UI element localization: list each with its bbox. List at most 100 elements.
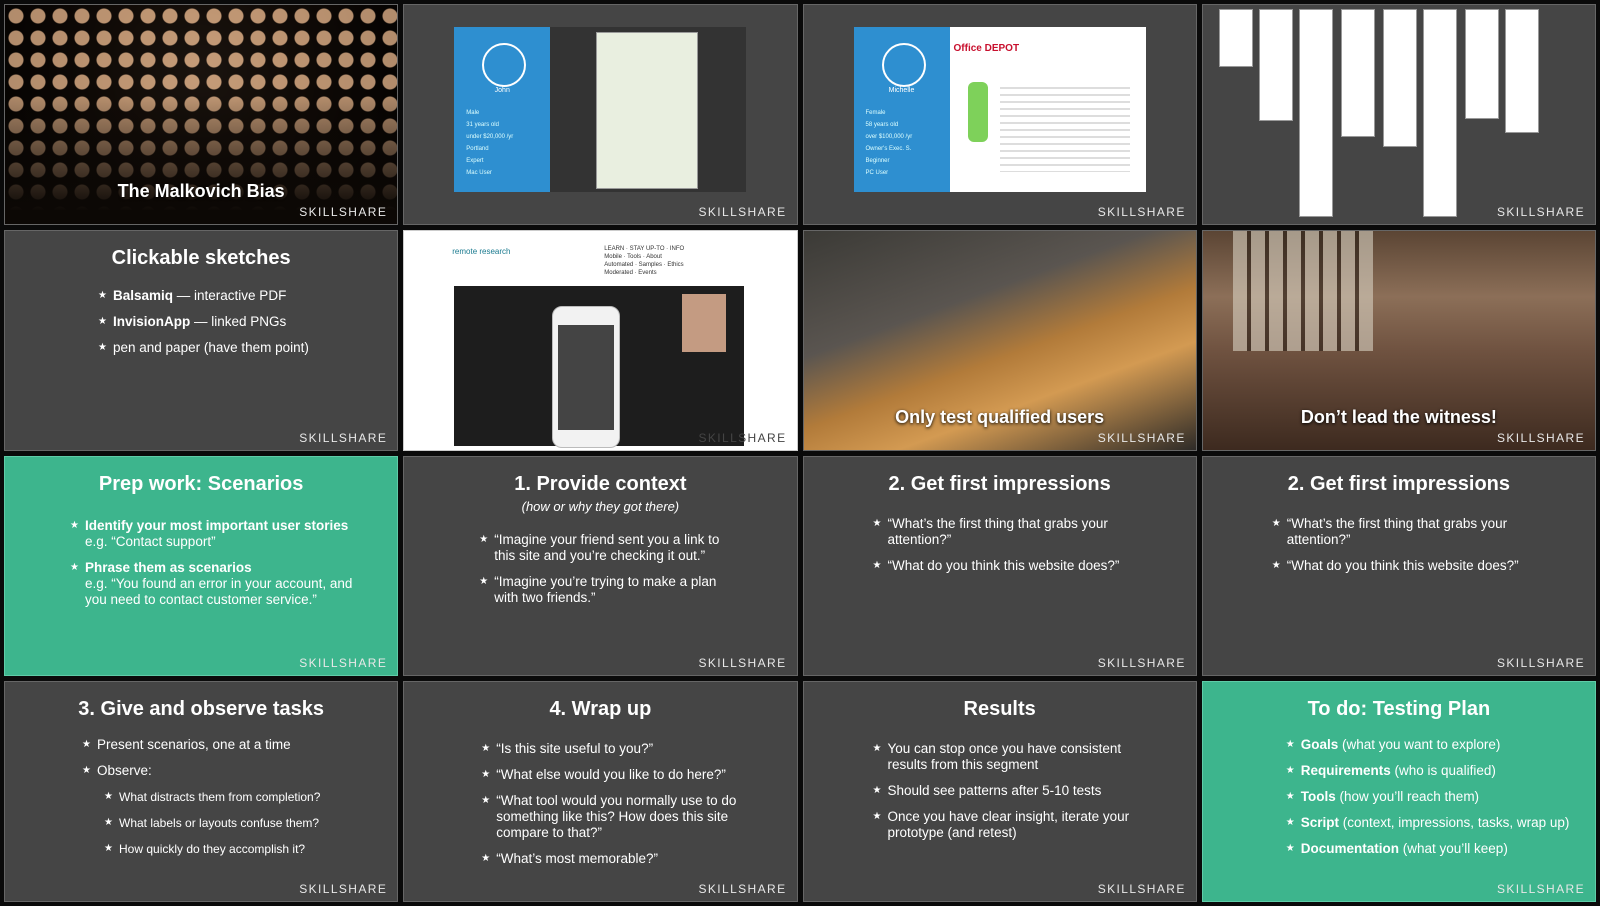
slide-observe-tasks[interactable]: 3. Give and observe tasks Present scenar… (4, 681, 399, 902)
brand-label: SKILLSHARE (1097, 882, 1186, 896)
bullet-item: “What do you think this website does?” (872, 558, 1136, 574)
bullet-list: “What’s the first thing that grabs your … (1272, 516, 1535, 574)
bullet-item: pen and paper (have them point) (98, 340, 397, 356)
slide-persona-michelle[interactable]: Michelle Female 58 years old over $100,0… (802, 4, 1197, 225)
slide-persona-john[interactable]: John Male 31 years old under $20,000 /yr… (403, 4, 798, 225)
slide-qualified-users[interactable]: Only test qualified users SKILLSHARE (802, 229, 1197, 451)
slide-title: Clickable sketches (111, 246, 291, 269)
slide-title: 3. Give and observe tasks (78, 698, 324, 721)
slide-remote-research[interactable]: remote research LEARN · STAY UP-TO · INF… (403, 229, 798, 451)
slide-title: Prep work: Scenarios (98, 472, 304, 495)
brand-label: SKILLSHARE (299, 656, 388, 671)
bullet-item: Balsamiq — interactive PDF (98, 288, 397, 304)
slide-caption: Don’t lead the witness! (1300, 406, 1497, 427)
slide-testing-plan[interactable]: To do: Testing Plan Goals (what you want… (1201, 681, 1596, 902)
site-nav: LEARN · STAY UP-TO · INFO Mobile · Tools… (604, 245, 685, 276)
slide-malkovich-bias[interactable]: The Malkovich Bias SKILLSHARE (4, 4, 399, 225)
bullet-item: Goals (what you want to explore) (1286, 737, 1595, 753)
brand-label: SKILLSHARE (1496, 882, 1585, 896)
bullet-item: Observe: (82, 763, 397, 779)
bullet-list: “Is this site useful to you?” “What else… (481, 741, 746, 867)
bullet-item: Phrase them as scenariose.g. “You found … (70, 560, 367, 608)
site-logo: remote research (452, 246, 511, 256)
bullet-item: Script (context, impressions, tasks, wra… (1286, 815, 1595, 831)
bullet-list: Present scenarios, one at a time Observe… (82, 737, 397, 857)
slide-title: 2. Get first impressions (888, 472, 1111, 495)
phone-image (552, 305, 621, 448)
session-video (454, 285, 745, 448)
wireframe-page (1340, 9, 1375, 137)
wireframe-page (1298, 9, 1333, 217)
slide-caption: The Malkovich Bias (117, 180, 285, 201)
wireframe-page (1464, 9, 1499, 119)
slide-lead-witness[interactable]: Don’t lead the witness! SKILLSHARE (1201, 229, 1596, 451)
slide-title: 4. Wrap up (549, 698, 652, 721)
bullet-item: “Imagine your friend sent you a link to … (479, 532, 736, 564)
bullet-item: “Imagine you’re trying to make a plan wi… (479, 574, 736, 606)
slide-title: To do: Testing Plan (1307, 698, 1491, 721)
courtroom-window (1232, 230, 1373, 351)
bullet-item: “What tool would you normally use to do … (481, 793, 746, 841)
bullet-item: Documentation (what you’ll keep) (1286, 841, 1595, 857)
wireframe-page (1504, 9, 1539, 133)
persona-name: John (494, 87, 510, 94)
phone-screen (596, 32, 699, 189)
product-image (967, 82, 988, 142)
brand-label: SKILLSHARE (698, 430, 787, 445)
slide-title: 1. Provide context (514, 472, 687, 495)
wireframe-page (1382, 9, 1417, 147)
brand-label: SKILLSHARE (698, 882, 787, 896)
brand-label: SKILLSHARE (299, 882, 388, 896)
brand-label: SKILLSHARE (698, 656, 787, 671)
brand-label: SKILLSHARE (1496, 430, 1585, 445)
persona-details: Female 58 years old over $100,000 /yr Ow… (865, 110, 913, 176)
persona-panel: Michelle Female 58 years old over $100,0… (853, 27, 950, 192)
bullet-item: “What’s most memorable?” (481, 851, 746, 867)
slide-title: 2. Get first impressions (1287, 472, 1511, 495)
sub-bullet-item: What labels or layouts confuse them? (104, 815, 397, 831)
slide-wireframes[interactable]: SKILLSHARE (1201, 4, 1596, 225)
slide-subtitle: (how or why they got there) (521, 498, 680, 514)
brand-label: SKILLSHARE (1097, 656, 1186, 671)
brand-label: SKILLSHARE (299, 430, 388, 445)
participant-video (682, 293, 727, 352)
bullet-list: “What’s the first thing that grabs your … (872, 516, 1136, 574)
slide-results[interactable]: Results You can stop once you have consi… (802, 681, 1197, 902)
slide-caption: Only test qualified users (895, 406, 1105, 427)
brand-label: SKILLSHARE (1097, 430, 1186, 445)
bullet-list: Identify your most important user storie… (70, 518, 367, 608)
web-page-screenshot: Office DEPOT (949, 27, 1146, 192)
bullet-item: “What’s the first thing that grabs your … (872, 516, 1136, 548)
site-logo: Office DEPOT (953, 43, 1020, 54)
slide-wrap-up[interactable]: 4. Wrap up “Is this site useful to you?”… (403, 681, 798, 902)
wireframe-page (1218, 9, 1253, 67)
slide-provide-context[interactable]: 1. Provide context (how or why they got … (403, 455, 798, 677)
bullet-item: Identify your most important user storie… (70, 518, 367, 550)
slide-first-impressions-1[interactable]: 2. Get first impressions “What’s the fir… (802, 455, 1197, 677)
wireframe-page (1422, 9, 1457, 217)
bullet-list: You can stop once you have consistent re… (872, 741, 1140, 841)
bullet-item: Once you have clear insight, iterate you… (872, 809, 1140, 841)
persona-details: Male 31 years old under $20,000 /yr Port… (466, 110, 514, 176)
persona-panel: John Male 31 years old under $20,000 /yr… (454, 27, 551, 192)
bullet-list: Balsamiq — interactive PDF InvisionApp —… (98, 288, 397, 356)
sub-bullet-item: How quickly do they accomplish it? (104, 841, 397, 857)
phone-photo (550, 27, 747, 192)
bullet-list: Goals (what you want to explore) Require… (1286, 737, 1595, 857)
slide-title: Results (963, 698, 1036, 721)
slide-clickable-sketches[interactable]: Clickable sketches Balsamiq — interactiv… (4, 229, 399, 451)
slide-prep-scenarios[interactable]: Prep work: Scenarios Identify your most … (4, 455, 399, 677)
slide-first-impressions-2[interactable]: 2. Get first impressions “What’s the fir… (1201, 455, 1596, 677)
brand-label: SKILLSHARE (1097, 204, 1186, 219)
bullet-item: Tools (how you’ll reach them) (1286, 789, 1595, 805)
wireframe-page (1258, 9, 1293, 121)
bullet-item: “What’s the first thing that grabs your … (1272, 516, 1535, 548)
sub-bullet-item: What distracts them from completion? (104, 789, 397, 805)
brand-label: SKILLSHARE (299, 204, 388, 219)
user-avatar-icon (482, 43, 527, 87)
bullet-item: You can stop once you have consistent re… (872, 741, 1140, 773)
persona-name: Michelle (888, 87, 915, 94)
bullet-item: “Is this site useful to you?” (481, 741, 746, 757)
bullet-item: Requirements (who is qualified) (1286, 763, 1595, 779)
bullet-item: Present scenarios, one at a time (82, 737, 397, 753)
